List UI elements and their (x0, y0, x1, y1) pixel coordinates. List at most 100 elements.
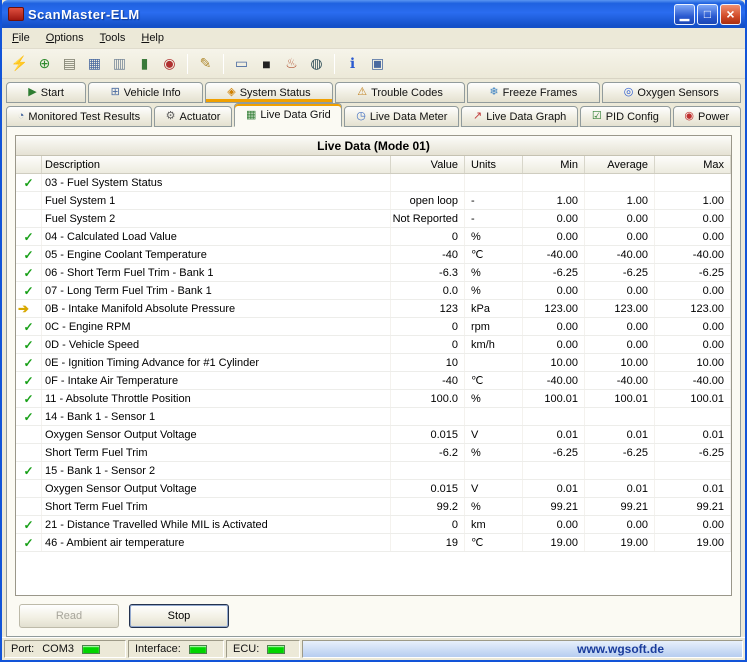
minimize-button[interactable]: ▁ (674, 4, 695, 25)
toolbar-web-update-button[interactable]: ⊕ (33, 52, 56, 75)
table-row[interactable]: Short Term Fuel Trim99.2%99.2199.2199.21 (16, 498, 731, 516)
pid-average: 0.01 (585, 426, 655, 443)
pid-average: 19.00 (585, 534, 655, 551)
table-row[interactable]: Fuel System 2Not Reported-0.000.000.00 (16, 210, 731, 228)
terminal-icon: ▭ (235, 55, 248, 72)
table-row[interactable]: Oxygen Sensor Output Voltage0.015V0.010.… (16, 480, 731, 498)
tab-freeze-frames[interactable]: ❄Freeze Frames (467, 82, 599, 103)
pid-average: 1.00 (585, 192, 655, 209)
pid-description: 04 - Calculated Load Value (42, 228, 391, 245)
supported-check-icon: ✓ (16, 264, 42, 281)
table-row[interactable]: ➔0B - Intake Manifold Absolute Pressure1… (16, 300, 731, 318)
stop-button[interactable]: Stop (129, 604, 229, 628)
menu-item-file[interactable]: File (4, 30, 38, 46)
tab-power[interactable]: ◉Power (673, 106, 741, 127)
oxygen-sensors-icon: ◎ (624, 87, 634, 98)
toolbar-gauge-button[interactable]: ◉ (158, 52, 181, 75)
website-link[interactable]: www.wgsoft.de (577, 642, 664, 656)
button-row: Read Stop (15, 596, 732, 630)
table-row[interactable]: ✓04 - Calculated Load Value0%0.000.000.0… (16, 228, 731, 246)
table-row[interactable]: ✓05 - Engine Coolant Temperature-40℃-40.… (16, 246, 731, 264)
pid-max: -40.00 (655, 246, 731, 263)
column-units[interactable]: Units (465, 156, 523, 173)
pid-description: 46 - Ambient air temperature (42, 534, 391, 551)
tab-live-data-meter[interactable]: ◷Live Data Meter (344, 106, 459, 127)
table-row[interactable]: ✓0E - Ignition Timing Advance for #1 Cyl… (16, 354, 731, 372)
status-spacer (16, 498, 42, 515)
tab-live-data-grid[interactable]: ▦ Live Data Grid (234, 103, 342, 127)
table-row[interactable]: Fuel System 1open loop-1.001.001.00 (16, 192, 731, 210)
power-icon: ◉ (684, 111, 694, 122)
pid-max: 99.21 (655, 498, 731, 515)
table-row[interactable]: ✓07 - Long Term Fuel Trim - Bank 10.0%0.… (16, 282, 731, 300)
toolbar-globe-button[interactable]: ◍ (305, 52, 328, 75)
pid-max: 1.00 (655, 192, 731, 209)
pid-value: 0.015 (391, 426, 465, 443)
tab-start[interactable]: ▶Start (6, 82, 86, 103)
table-row[interactable]: Short Term Fuel Trim-6.2%-6.25-6.25-6.25 (16, 444, 731, 462)
pid-max: 0.00 (655, 318, 731, 335)
toolbar-screen-button[interactable]: ■ (255, 52, 278, 75)
interface-led (189, 645, 207, 654)
live-data-grid-icon: ▦ (246, 110, 256, 121)
toolbar-report-button[interactable]: ▥ (108, 52, 131, 75)
toolbar-data-table-button[interactable]: ▦ (83, 52, 106, 75)
tab-row-1: ▶Start⊞Vehicle Info◈System Status⚠Troubl… (2, 79, 745, 103)
table-row[interactable]: ✓0D - Vehicle Speed0km/h0.000.000.00 (16, 336, 731, 354)
tab-label: Live Data Graph (486, 111, 566, 123)
toolbar-connect-button[interactable]: ⚡ (8, 52, 31, 75)
table-row[interactable]: ✓21 - Distance Travelled While MIL is Ac… (16, 516, 731, 534)
web-update-icon: ⊕ (39, 55, 51, 72)
connect-icon: ⚡ (11, 55, 28, 72)
table-row[interactable]: Oxygen Sensor Output Voltage0.015V0.010.… (16, 426, 731, 444)
status-bar: Port: COM3 Interface: ECU: www.wgsoft.de (2, 637, 745, 660)
close-button[interactable]: × (720, 4, 741, 25)
tab-trouble-codes[interactable]: ⚠Trouble Codes (335, 82, 465, 103)
maximize-icon: □ (704, 7, 711, 21)
toolbar-info-button[interactable]: ℹ (341, 52, 364, 75)
column-max[interactable]: Max (655, 156, 731, 173)
tab-actuator[interactable]: ⚙Actuator (154, 106, 232, 127)
pid-config-icon: ☑ (592, 111, 602, 122)
table-row[interactable]: ✓11 - Absolute Throttle Position100.0%10… (16, 390, 731, 408)
toolbar-separator (223, 54, 224, 74)
tab-monitored-test-results[interactable]: ◔Monitored Test Results (6, 106, 152, 127)
table-row[interactable]: ✓46 - Ambient air temperature19℃19.0019.… (16, 534, 731, 552)
pid-units: V (465, 480, 523, 497)
pid-min: 99.21 (523, 498, 585, 515)
column-value[interactable]: Value (391, 156, 465, 173)
toolbar-log-file-button[interactable]: ▤ (58, 52, 81, 75)
toolbar-save-button[interactable]: ✎ (194, 52, 217, 75)
tab-pid-config[interactable]: ☑PID Config (580, 106, 671, 127)
table-row[interactable]: ✓14 - Bank 1 - Sensor 1 (16, 408, 731, 426)
table-row[interactable]: ✓0F - Intake Air Temperature-40℃-40.00-4… (16, 372, 731, 390)
pid-units: - (465, 210, 523, 227)
toolbar-battery-button[interactable]: ▮ (133, 52, 156, 75)
read-button[interactable]: Read (19, 604, 119, 628)
tab-system-status[interactable]: ◈System Status (205, 82, 333, 103)
tab-oxygen-sensors[interactable]: ◎Oxygen Sensors (602, 82, 742, 103)
column-description[interactable]: Description (42, 156, 391, 173)
toolbar-thermometer-button[interactable]: ♨ (280, 52, 303, 75)
table-row[interactable]: ✓03 - Fuel System Status (16, 174, 731, 192)
menu-item-options[interactable]: Options (38, 30, 92, 46)
toolbar-separator (334, 54, 335, 74)
pid-average: 100.01 (585, 390, 655, 407)
menu-item-help[interactable]: Help (133, 30, 172, 46)
column-min[interactable]: Min (523, 156, 585, 173)
maximize-button[interactable]: □ (697, 4, 718, 25)
interface-label: Interface: (135, 643, 181, 655)
tab-vehicle-info[interactable]: ⊞Vehicle Info (88, 82, 203, 103)
pid-average: 10.00 (585, 354, 655, 371)
toolbar-terminal-button[interactable]: ▭ (230, 52, 253, 75)
pid-description: 15 - Bank 1 - Sensor 2 (42, 462, 391, 479)
table-row[interactable]: ✓0C - Engine RPM0rpm0.000.000.00 (16, 318, 731, 336)
tab-label: Live Data Grid (260, 109, 330, 121)
table-row[interactable]: ✓06 - Short Term Fuel Trim - Bank 1-6.3%… (16, 264, 731, 282)
menu-item-tools[interactable]: Tools (92, 30, 134, 46)
toolbar-pid-window-button[interactable]: ▣ (366, 52, 389, 75)
tab-live-data-graph[interactable]: ↗Live Data Graph (461, 106, 578, 127)
pid-average (585, 408, 655, 425)
table-row[interactable]: ✓15 - Bank 1 - Sensor 2 (16, 462, 731, 480)
column-average[interactable]: Average (585, 156, 655, 173)
